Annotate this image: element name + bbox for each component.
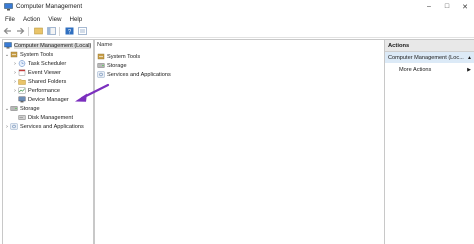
tree-node-shared-folders[interactable]: › Shared Folders [12,77,66,86]
computer-management-icon [4,2,13,10]
show-hide-tree-icon [47,27,56,35]
back-button[interactable] [2,26,13,36]
help-icon: ? [65,27,74,35]
tree-node-performance[interactable]: › Performance [12,86,60,95]
tree-label: Device Manager [28,96,69,103]
tree-label: Services and Applications [20,123,84,130]
device-manager-icon [18,96,26,103]
results-pane: Name System Tools Storage Services and A… [94,39,385,244]
services-icon [97,71,105,78]
close-button[interactable]: ✕ [456,0,474,13]
back-icon [3,27,11,35]
list-item-label: System Tools [107,53,141,60]
more-actions-item[interactable]: More Actions ▶ [399,65,473,75]
properties-icon [78,27,87,35]
computer-management-icon [4,42,12,49]
tree-label: Computer Management (Local) [14,42,92,49]
tree-node-services-and-applications[interactable]: › Services and Applications [4,122,84,131]
tree-node-computer-management[interactable]: Computer Management (Local) [4,41,92,50]
tree-node-event-viewer[interactable]: › Event Viewer [12,68,61,77]
menu-file[interactable]: File [0,16,19,23]
services-icon [10,123,18,130]
list-item[interactable]: Storage [97,61,127,70]
list-item-label: Storage [107,62,127,69]
tree-label: Task Scheduler [28,60,67,67]
shared-folder-icon [18,79,26,85]
performance-icon [18,87,26,94]
actions-pane: Actions Computer Management (Loc... ▲ Mo… [384,39,474,244]
annotation-arrow-icon [75,83,110,102]
tree-node-storage[interactable]: ⌄ Storage [4,104,40,113]
up-icon [34,27,43,35]
list-item[interactable]: System Tools [97,52,140,61]
show-hide-tree-button[interactable] [46,26,57,36]
forward-button[interactable] [15,26,26,36]
actions-title: Actions [388,42,410,49]
disk-management-icon [18,115,26,120]
more-actions-label: More Actions [399,67,432,73]
tree-label: Event Viewer [28,69,61,76]
tools-icon [10,51,18,58]
tree-node-disk-management[interactable]: Disk Management [18,113,73,122]
tree-label: Shared Folders [28,78,67,85]
tree-label: Disk Management [28,114,74,121]
event-viewer-icon [18,69,26,76]
column-header-name[interactable]: Name [97,42,112,48]
clock-icon [18,60,26,67]
actions-header: Actions [385,40,474,52]
minimize-button[interactable]: – [420,0,438,13]
toolbar-separator [59,26,60,36]
submenu-arrow-icon: ▶ [467,67,471,73]
tree-node-system-tools[interactable]: ⌄ System Tools [4,50,53,59]
actions-section-computer-management[interactable]: Computer Management (Loc... ▲ [385,52,474,63]
maximize-button[interactable]: □ [438,0,456,13]
properties-button[interactable] [77,26,88,36]
tools-icon [97,53,105,60]
storage-icon [10,106,18,111]
actions-section-label: Computer Management (Loc... [388,54,464,61]
title-bar: Computer Management – □ ✕ [0,0,474,13]
tree-label: Storage [20,105,40,112]
tree-node-device-manager[interactable]: Device Manager [18,95,69,104]
tree-node-task-scheduler[interactable]: › Task Scheduler [12,59,66,68]
help-button[interactable]: ? [64,26,75,36]
menu-bar: File Action View Help [0,14,474,24]
forward-icon [17,27,25,35]
toolbar: ? [0,25,474,38]
toolbar-separator [28,26,29,36]
computer-management-window: Computer Management – □ ✕ File Action Vi… [0,0,474,244]
list-item[interactable]: Services and Applications [97,70,171,79]
console-tree-pane: Computer Management (Local) ⌄ System Too… [2,39,94,244]
window-title: Computer Management [16,3,83,10]
tree-label: System Tools [20,51,54,58]
menu-view[interactable]: View [44,16,65,23]
storage-icon [97,63,105,68]
menu-action[interactable]: Action [19,16,44,23]
collapse-triangle-icon[interactable]: ▲ [467,55,472,61]
menu-help[interactable]: Help [66,16,87,23]
list-item-label: Services and Applications [107,71,171,78]
up-button[interactable] [33,26,44,36]
tree-label: Performance [28,87,61,94]
